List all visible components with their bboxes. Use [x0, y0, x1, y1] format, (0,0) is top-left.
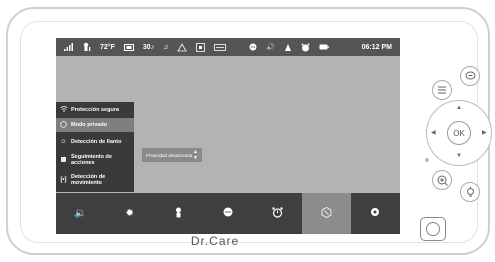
gear-button[interactable] — [351, 193, 400, 234]
wifi-icon — [59, 106, 68, 114]
ok-label: OK — [453, 128, 465, 138]
chat-icon — [223, 207, 233, 220]
left-arrow-icon[interactable]: ◀ — [431, 129, 436, 136]
camera-icon — [123, 43, 134, 51]
walkie-talkie-icon — [214, 43, 227, 52]
up-down-arrows-icon[interactable]: ▲ ▼ — [193, 149, 198, 161]
chat-icon — [249, 43, 257, 51]
night-light-button[interactable] — [460, 182, 480, 202]
privacy-setting-selector[interactable]: Privacidad desactivada ▲ ▼ — [142, 148, 202, 162]
zoom-bell-icon: ♪ — [150, 43, 155, 51]
camera-button[interactable] — [420, 217, 446, 241]
zoom-in-button[interactable] — [432, 170, 452, 190]
speaker-icon: 🔊 — [266, 44, 276, 51]
action-tracking-icon: ▩ — [60, 157, 67, 163]
settings-menu: Protección segura ◯ Modo privado ☺ Detec… — [56, 102, 134, 192]
menu-lines-button[interactable] — [432, 80, 452, 100]
crying-detection-icon: ☺ — [60, 139, 67, 145]
zoom-value: 30 — [142, 43, 151, 51]
alarm-button[interactable] — [253, 193, 302, 234]
ok-button[interactable]: OK — [447, 121, 471, 145]
brightness-button[interactable]: ✹ — [105, 193, 154, 234]
lullaby-icon — [177, 42, 188, 52]
menu-item-label: Seguimiento de acciones — [71, 154, 112, 166]
up-arrow-icon[interactable]: ▲ — [456, 105, 462, 111]
battery-icon — [319, 44, 329, 50]
status-bar: 72°F 30 ♪ ♫ 🔊 06:12 PM — [56, 38, 400, 56]
menu-item-label: Detección de movimiento — [71, 174, 106, 186]
privacy-icon: ◯ — [60, 122, 67, 128]
chat-bubble-button[interactable] — [460, 66, 480, 86]
monitor-screen: 72°F 30 ♪ ♫ 🔊 06:12 PM Protección segura… — [56, 38, 400, 234]
temperature-button[interactable] — [154, 193, 203, 234]
right-arrow-icon[interactable]: ▶ — [482, 129, 487, 136]
zoom-in-icon — [437, 175, 448, 186]
menu-item-label: Modo privado — [71, 122, 108, 128]
volume-button[interactable]: 🔉 — [56, 193, 105, 234]
menu-item-safe-protection[interactable]: Protección segura — [56, 104, 134, 116]
settings-tools-button[interactable] — [301, 193, 351, 234]
temperature-readout: 72°F — [100, 43, 115, 51]
zoom-readout: 30 ♪ — [143, 44, 154, 51]
temperature-icon — [174, 207, 183, 221]
gear-icon — [370, 207, 380, 220]
camera-lens-icon — [426, 222, 440, 236]
chat-button[interactable] — [203, 193, 252, 234]
alarm-clock-icon — [271, 206, 283, 221]
menu-lines-icon — [438, 86, 446, 94]
indicator-light — [425, 158, 429, 162]
menu-item-label: Detección de llanto — [71, 139, 122, 145]
music-note-icon: ♫ — [163, 43, 169, 51]
clock-time: 06:12 PM — [361, 43, 392, 51]
privacy-setting-value: Privacidad desactivada — [146, 152, 193, 158]
chat-bubble-icon — [465, 71, 475, 80]
menu-item-cry-detection[interactable]: ☺ Detección de llanto — [56, 136, 134, 148]
brand-logo: Dr.Care — [190, 234, 240, 248]
menu-item-action-tracking[interactable]: ▩ Seguimiento de acciones — [56, 152, 134, 168]
brightness-icon: ✹ — [125, 208, 134, 219]
signal-bars-icon — [64, 43, 74, 51]
baby-temperature-icon — [83, 42, 91, 52]
display-icon — [196, 42, 206, 52]
down-arrow-icon[interactable]: ▼ — [456, 153, 462, 159]
settings-tools-icon — [321, 206, 332, 221]
menu-item-private-mode[interactable]: ◯ Modo privado — [56, 118, 134, 132]
bottom-toolbar: 🔉 ✹ — [56, 193, 400, 234]
light-bulb-icon — [466, 186, 474, 196]
alarm-icon — [301, 43, 310, 52]
menu-item-label: Protección segura — [71, 107, 119, 113]
volume-icon: 🔉 — [74, 208, 87, 219]
motion-detection-icon: [•] — [60, 177, 67, 183]
night-light-icon — [284, 43, 292, 52]
menu-item-motion-detection[interactable]: [•] Detección de movimiento — [56, 172, 134, 188]
